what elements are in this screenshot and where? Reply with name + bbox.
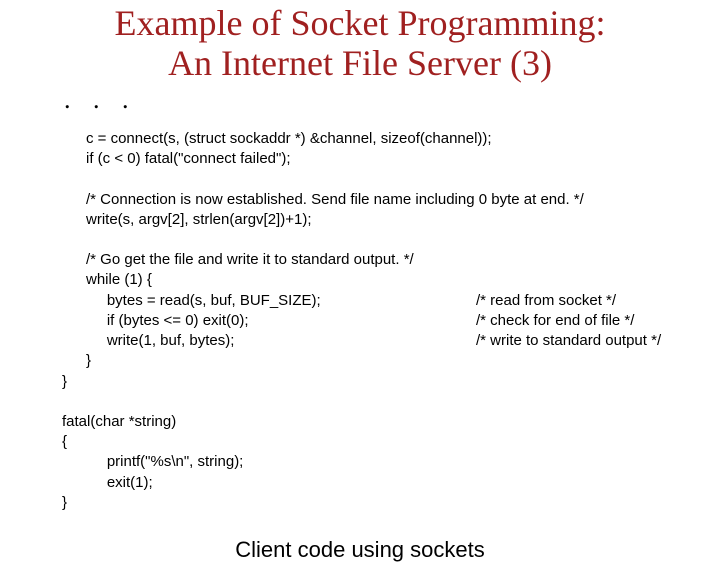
code-line: write(s, argv[2], strlen(argv[2])+1); [86, 210, 690, 230]
code-line [86, 392, 690, 412]
title-line-2: An Internet File Server (3) [168, 43, 552, 83]
code-line: printf("%s\n", string); [86, 452, 690, 472]
code-line: while (1) { [86, 270, 690, 290]
code-line: { [62, 432, 690, 452]
caption: Client code using sockets [30, 537, 690, 563]
code-line: fatal(char *string) [62, 412, 690, 432]
code-line: if (bytes <= 0) exit(0); /* check for en… [86, 311, 690, 331]
code-line: exit(1); [86, 473, 690, 493]
code-line: /* Connection is now established. Send f… [86, 190, 690, 210]
ellipsis: . . . [30, 85, 690, 115]
code-line: } [62, 493, 690, 513]
code-line: } [62, 372, 690, 392]
code-line: bytes = read(s, buf, BUF_SIZE); /* read … [86, 291, 690, 311]
code-line: c = connect(s, (struct sockaddr *) &chan… [86, 129, 690, 149]
code-block: c = connect(s, (struct sockaddr *) &chan… [86, 129, 690, 513]
title-line-1: Example of Socket Programming: [115, 3, 606, 43]
slide: Example of Socket Programming: An Intern… [0, 0, 720, 540]
code-line [86, 230, 690, 250]
code-line: if (c < 0) fatal("connect failed"); [86, 149, 690, 169]
slide-title: Example of Socket Programming: An Intern… [30, 0, 690, 83]
code-line: write(1, buf, bytes); /* write to standa… [86, 331, 690, 351]
code-line [86, 170, 690, 190]
code-line: } [86, 351, 690, 371]
code-line: /* Go get the file and write it to stand… [86, 250, 690, 270]
